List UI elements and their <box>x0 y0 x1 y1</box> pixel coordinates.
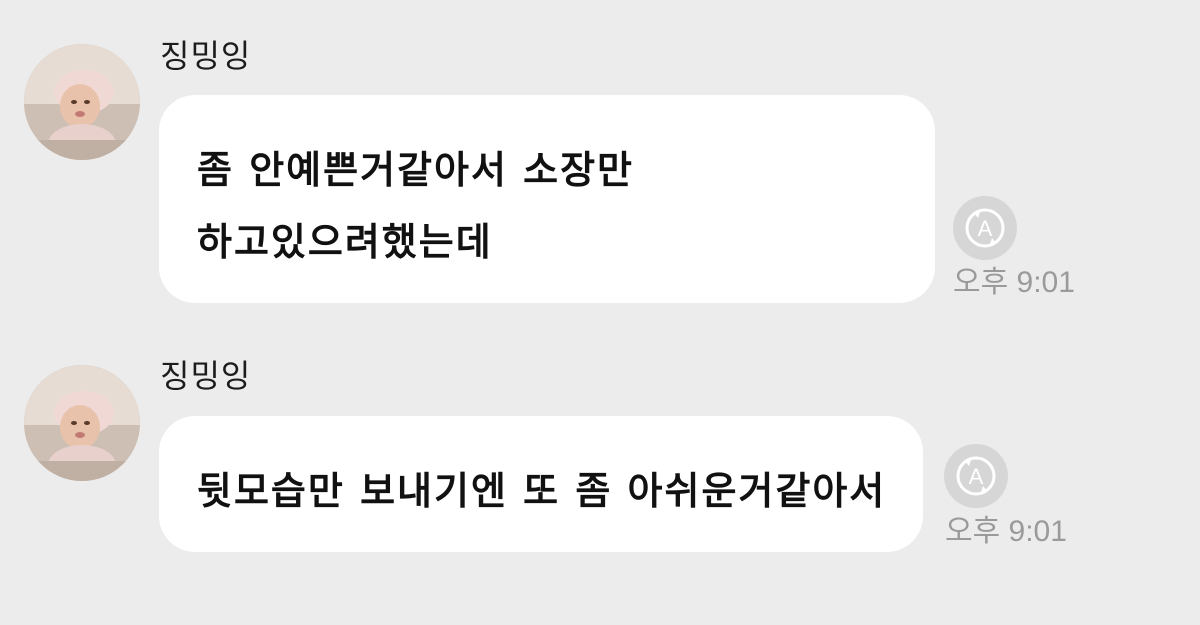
avatar[interactable] <box>24 44 140 160</box>
message-time: 오후 9:01 <box>953 266 1075 299</box>
sender-name: 징밍잉 <box>160 357 252 395</box>
svg-text:A: A <box>969 464 984 489</box>
sender-name: 징밍잉 <box>160 37 252 75</box>
message-bubble[interactable]: 좀 안예쁜거같아서 소장만 하고있으려했는데 <box>159 95 935 303</box>
baby-photo-icon <box>24 44 140 160</box>
avatar[interactable] <box>24 365 140 481</box>
message-text-line: 뒷모습만 보내기엔 또 좀 아쉬운거같아서 <box>197 469 887 513</box>
message-time: 오후 9:01 <box>945 515 1067 548</box>
auto-translate-icon[interactable]: A <box>943 443 1009 509</box>
auto-translate-icon[interactable]: A <box>952 195 1018 261</box>
message-text-line: 하고있으려했는데 <box>197 220 493 264</box>
message-text-line: 좀 안예쁜거같아서 소장만 <box>197 148 635 192</box>
message-bubble[interactable]: 뒷모습만 보내기엔 또 좀 아쉬운거같아서 <box>159 416 923 552</box>
svg-text:A: A <box>978 216 993 241</box>
baby-photo-icon <box>24 365 140 481</box>
